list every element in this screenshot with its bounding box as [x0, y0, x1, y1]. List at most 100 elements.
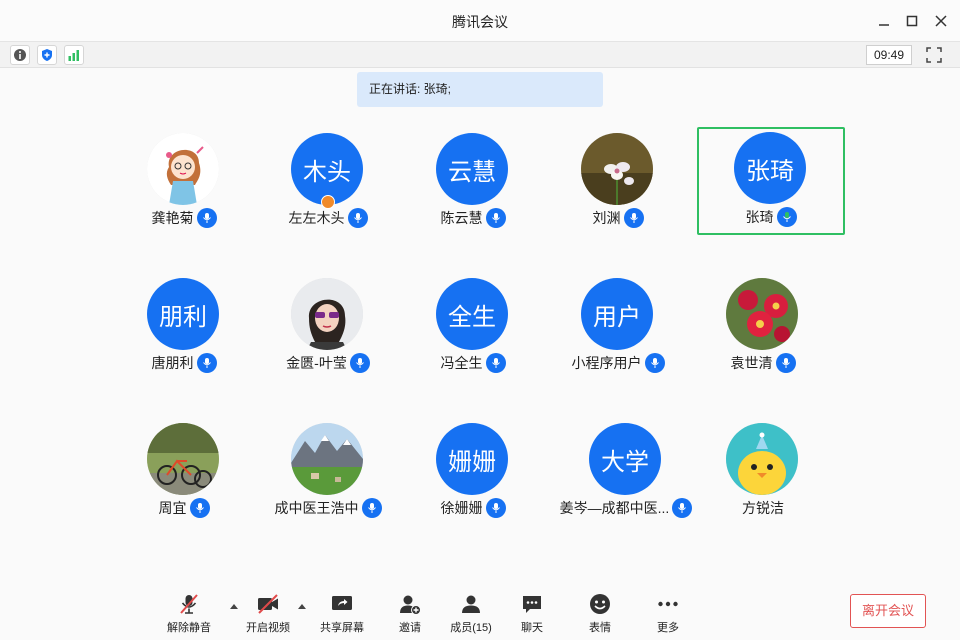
mic-speaking-icon: [776, 207, 797, 227]
participant-name: 方锐洁: [742, 500, 784, 516]
participant-tile[interactable]: 木头 左左木头: [254, 128, 402, 236]
start-video-button[interactable]: 开启视频: [240, 592, 296, 636]
participant-tile[interactable]: 朋利 唐朋利: [110, 273, 258, 381]
woman-photo-avatar-icon: [291, 278, 363, 350]
mic-icon: [361, 498, 382, 518]
chat-icon: [523, 596, 541, 613]
participant-tile[interactable]: 龚艳菊: [110, 128, 258, 236]
cartoon-chick-avatar-icon: [726, 423, 798, 495]
security-button[interactable]: [37, 45, 57, 65]
maximize-button[interactable]: [901, 10, 923, 32]
mic-icon: [349, 353, 370, 373]
info-icon: [14, 49, 26, 61]
participant-name: 姜岑—成都中医...: [559, 500, 670, 516]
maximize-icon: [906, 15, 918, 27]
mic-icon: [485, 208, 506, 228]
share-screen-button[interactable]: 共享屏幕: [314, 592, 370, 636]
participant-name: 陈云慧: [440, 210, 483, 226]
avatar: [291, 423, 363, 495]
leave-meeting-button[interactable]: 离开会议: [850, 594, 926, 628]
participant-name: 张琦: [745, 209, 774, 225]
share-screen-icon: [332, 596, 352, 610]
participant-tile-active-speaker[interactable]: 张琦 张琦: [697, 127, 845, 235]
host-badge-icon: [321, 195, 335, 209]
avatar: 大学: [589, 423, 661, 495]
mountain-landscape-photo-avatar-icon: [291, 423, 363, 495]
participant-name: 左左木头: [288, 210, 345, 226]
video-options-caret-icon[interactable]: [297, 602, 307, 610]
mic-muted-icon: [180, 594, 198, 614]
participant-tile[interactable]: 刘渊: [544, 128, 692, 236]
fullscreen-icon[interactable]: [926, 47, 942, 63]
mic-icon: [485, 498, 506, 518]
participant-name: 周宜: [158, 500, 187, 516]
avatar: [291, 278, 363, 350]
red-flower-photo-avatar-icon: [726, 278, 798, 350]
avatar: 云慧: [436, 133, 508, 205]
participant-name: 龚艳菊: [151, 210, 194, 226]
mic-icon: [775, 353, 796, 373]
participant-name: 小程序用户: [571, 355, 642, 371]
emoji-button[interactable]: 表情: [572, 592, 628, 636]
signal-icon: [68, 50, 79, 61]
window-title: 腾讯会议: [452, 14, 508, 30]
avatar: [726, 278, 798, 350]
status-bar: 09:49: [0, 42, 960, 68]
meeting-toolbar: 解除静音 开启视频 共享屏幕 邀请 成员(15) 聊天 表情 更多 离开会议: [0, 588, 960, 640]
unmute-button[interactable]: 解除静音: [161, 592, 217, 636]
invite-button[interactable]: 邀请: [382, 592, 438, 636]
avatar: 朋利: [147, 278, 219, 350]
avatar: [147, 423, 219, 495]
participant-name: 徐姗姗: [440, 500, 483, 516]
participant-name: 刘渊: [592, 210, 621, 226]
avatar: 姗姗: [436, 423, 508, 495]
mic-options-caret-icon[interactable]: [229, 602, 239, 610]
participant-tile[interactable]: 云慧 陈云慧: [399, 128, 547, 236]
avatar: [147, 133, 219, 205]
mic-icon: [196, 208, 217, 228]
participant-tile[interactable]: 成中医王浩中: [254, 418, 402, 526]
participant-tile[interactable]: 大学 姜岑—成都中医...: [552, 418, 700, 526]
participant-tile[interactable]: 金匮-叶莹: [254, 273, 402, 381]
network-status-button[interactable]: [64, 45, 84, 65]
minimize-icon: [879, 24, 889, 26]
close-button[interactable]: [930, 10, 952, 32]
mic-icon: [196, 353, 217, 373]
avatar: [581, 133, 653, 205]
minimize-button[interactable]: [873, 10, 895, 32]
participant-name: 冯全生: [440, 355, 483, 371]
participant-name: 成中医王浩中: [274, 500, 359, 516]
meeting-clock: 09:49: [866, 45, 912, 65]
add-user-icon: [400, 595, 421, 615]
avatar: [726, 423, 798, 495]
mic-icon: [644, 353, 665, 373]
mic-icon: [189, 498, 210, 518]
title-bar: 腾讯会议: [0, 0, 960, 42]
close-icon: [935, 15, 947, 27]
participant-tile[interactable]: 方锐洁: [689, 418, 837, 526]
participant-name: 唐朋利: [151, 355, 194, 371]
participant-tile[interactable]: 姗姗 徐姗姗: [399, 418, 547, 526]
more-button[interactable]: 更多: [640, 592, 696, 636]
more-dots-icon: [658, 601, 678, 607]
avatar: 张琦: [734, 132, 806, 204]
chat-button[interactable]: 聊天: [504, 592, 560, 636]
orchid-photo-avatar-icon: [581, 133, 653, 205]
speaking-indicator: 正在讲话: 张琦;: [357, 72, 603, 107]
shield-icon: [42, 49, 52, 61]
meeting-info-button[interactable]: [10, 45, 30, 65]
participant-tile[interactable]: 袁世清: [689, 273, 837, 381]
participant-name: 金匮-叶莹: [286, 355, 347, 371]
cartoon-girl-avatar-icon: [147, 133, 219, 205]
members-button[interactable]: 成员(15): [443, 592, 499, 636]
participant-tile[interactable]: 周宜: [110, 418, 258, 526]
participant-tile[interactable]: 用户 小程序用户: [544, 273, 692, 381]
camera-off-icon: [258, 594, 278, 614]
smiley-icon: [590, 594, 610, 614]
mic-icon: [623, 208, 644, 228]
participant-tile[interactable]: 全生 冯全生: [399, 273, 547, 381]
mic-icon: [347, 208, 368, 228]
mic-icon: [485, 353, 506, 373]
avatar: 用户: [581, 278, 653, 350]
avatar: 全生: [436, 278, 508, 350]
